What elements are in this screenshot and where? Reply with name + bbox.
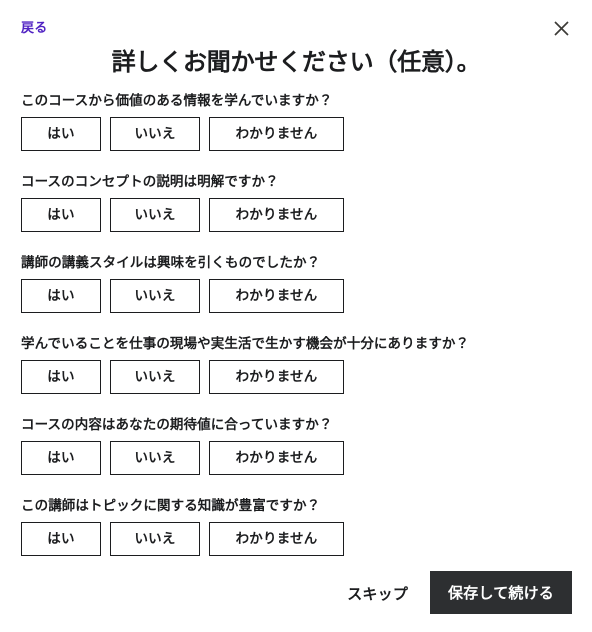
answer-unknown-button[interactable]: わかりません (209, 360, 344, 394)
question-text: このコースから価値のある情報を学んでいますか？ (21, 93, 333, 108)
answer-yes-button[interactable]: はい (21, 198, 101, 232)
answer-unknown-button[interactable]: わかりません (209, 441, 344, 475)
feedback-modal: 戻る 詳しくお聞かせください（任意）。 このコースから価値のある情報を学んでいま… (0, 0, 592, 631)
answer-yes-button[interactable]: はい (21, 441, 101, 475)
answer-row: はい いいえ わかりません (21, 117, 571, 151)
question-block: 学んでいることを仕事の現場や実生活で生かす機会が十分にありますか？ はい いいえ… (21, 335, 571, 394)
answer-unknown-button[interactable]: わかりません (209, 522, 344, 556)
answer-no-button[interactable]: いいえ (110, 198, 200, 232)
answer-unknown-button[interactable]: わかりません (209, 198, 344, 232)
close-icon (553, 20, 569, 36)
question-block: コースのコンセプトの説明は明解ですか？ はい いいえ わかりません (21, 173, 571, 232)
answer-row: はい いいえ わかりません (21, 522, 571, 556)
answer-row: はい いいえ わかりません (21, 360, 571, 394)
back-link[interactable]: 戻る (21, 21, 47, 34)
answer-yes-button[interactable]: はい (21, 522, 101, 556)
question-block: 講師の講義スタイルは興味を引くものでしたか？ はい いいえ わかりません (21, 254, 571, 313)
question-block: コースの内容はあなたの期待値に合っていますか？ はい いいえ わかりません (21, 416, 571, 475)
modal-header: 戻る 詳しくお聞かせください（任意）。 (0, 0, 592, 92)
answer-unknown-button[interactable]: わかりません (209, 117, 344, 151)
answer-row: はい いいえ わかりません (21, 441, 571, 475)
answer-no-button[interactable]: いいえ (110, 117, 200, 151)
answer-yes-button[interactable]: はい (21, 360, 101, 394)
question-text: コースのコンセプトの説明は明解ですか？ (21, 174, 279, 189)
question-text: 学んでいることを仕事の現場や実生活で生かす機会が十分にありますか？ (21, 336, 470, 351)
answer-row: はい いいえ わかりません (21, 279, 571, 313)
answer-unknown-button[interactable]: わかりません (209, 279, 344, 313)
answer-no-button[interactable]: いいえ (110, 522, 200, 556)
question-text: 講師の講義スタイルは興味を引くものでしたか？ (21, 255, 321, 270)
question-list: このコースから価値のある情報を学んでいますか？ はい いいえ わかりません コー… (0, 92, 592, 556)
question-text: この講師はトピックに関する知識が豊富ですか？ (21, 498, 321, 513)
question-block: このコースから価値のある情報を学んでいますか？ はい いいえ わかりません (21, 92, 571, 151)
save-and-continue-button[interactable]: 保存して続ける (430, 571, 572, 614)
page-title: 詳しくお聞かせください（任意）。 (111, 49, 481, 76)
answer-row: はい いいえ わかりません (21, 198, 571, 232)
skip-button[interactable]: スキップ (339, 573, 416, 614)
close-button[interactable] (547, 14, 575, 42)
answer-yes-button[interactable]: はい (21, 279, 101, 313)
answer-no-button[interactable]: いいえ (110, 279, 200, 313)
modal-footer: スキップ 保存して続ける (0, 556, 592, 632)
answer-no-button[interactable]: いいえ (110, 360, 200, 394)
answer-yes-button[interactable]: はい (21, 117, 101, 151)
question-text: コースの内容はあなたの期待値に合っていますか？ (21, 417, 333, 432)
answer-no-button[interactable]: いいえ (110, 441, 200, 475)
question-block: この講師はトピックに関する知識が豊富ですか？ はい いいえ わかりません (21, 497, 571, 556)
